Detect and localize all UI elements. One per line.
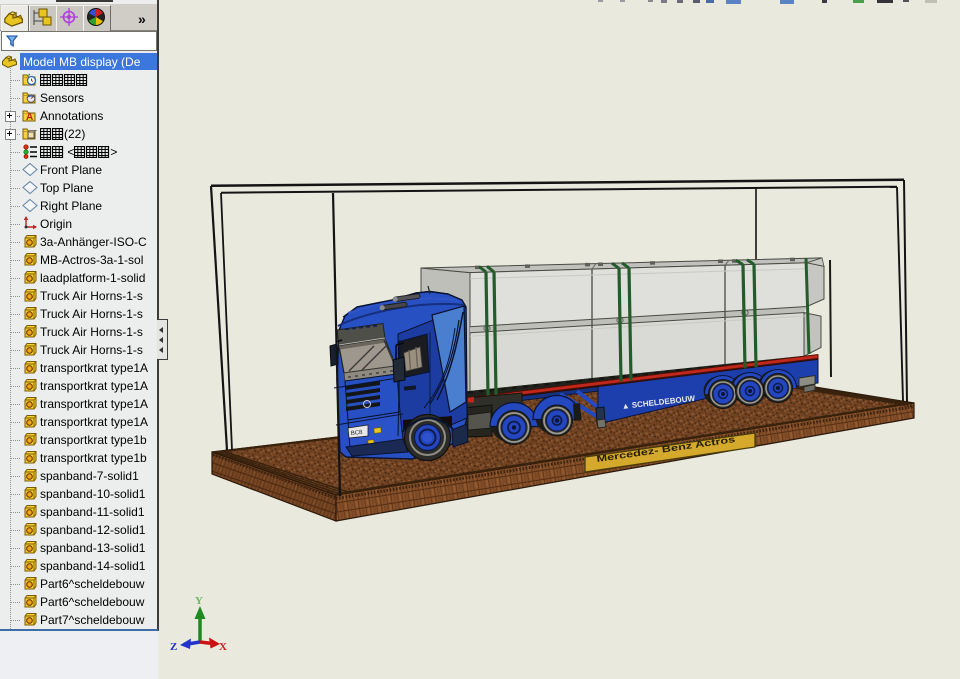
svg-text:Y: Y (195, 595, 203, 607)
svg-text:X: X (219, 641, 227, 653)
svg-text:Z: Z (170, 641, 177, 653)
svg-text:BC8: BC8 (351, 430, 364, 437)
svg-text:A: A (26, 112, 33, 123)
